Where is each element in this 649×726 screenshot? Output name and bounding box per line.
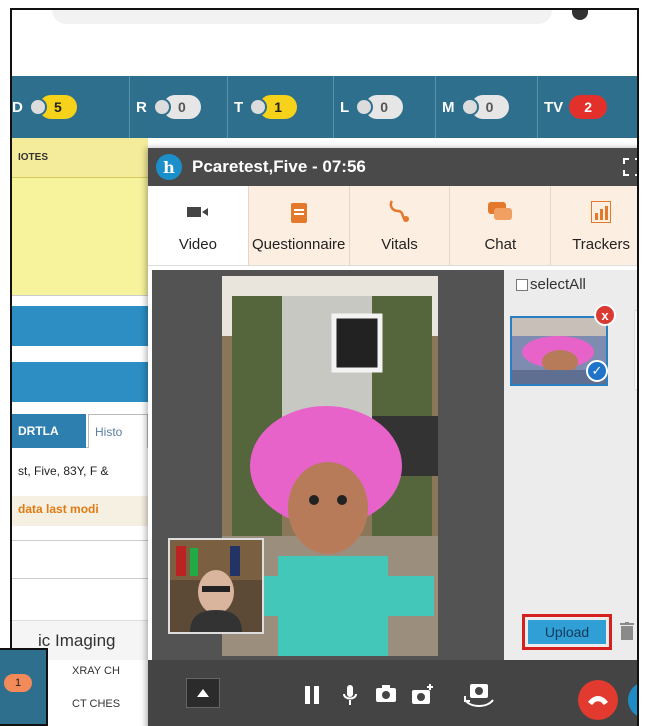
local-video-preview[interactable] xyxy=(168,538,264,634)
tab-history[interactable]: Histo xyxy=(88,414,148,448)
section-bar[interactable] xyxy=(12,362,148,402)
tab-label: Video xyxy=(178,236,217,253)
corner-glyph-icon xyxy=(572,10,588,20)
expand-controls-button[interactable] xyxy=(186,678,220,708)
app-window-frame: D 5 R 0 T 1 L 0 M 0 TV 2 IOTES DRTLA His… xyxy=(10,8,639,726)
camera-icon[interactable] xyxy=(376,684,396,702)
data-modified-notice: data last modi xyxy=(12,496,148,526)
tab-video[interactable]: Video xyxy=(148,186,249,265)
tab-vitals[interactable]: Vitals xyxy=(350,186,451,265)
table-row[interactable]: CT CHES xyxy=(72,698,150,710)
divider xyxy=(12,540,148,541)
counter-circle-icon xyxy=(152,98,171,116)
scroll-down-icon[interactable] xyxy=(638,380,639,385)
stethoscope-icon xyxy=(388,198,410,226)
tab-trackers[interactable]: Trackers xyxy=(551,186,637,265)
counter-letter: T xyxy=(234,98,244,116)
counter-letter: M xyxy=(442,98,455,116)
notes-panel xyxy=(12,178,148,296)
trash-icon[interactable] xyxy=(620,622,634,640)
upload-button[interactable]: Upload xyxy=(528,620,606,644)
counter-r[interactable]: R 0 xyxy=(130,76,228,138)
end-call-button[interactable] xyxy=(578,680,618,720)
tab-label: Chat xyxy=(484,236,517,253)
snapshot-scrollbar[interactable] xyxy=(634,310,639,390)
counter-d[interactable]: D 5 xyxy=(12,76,130,138)
counter-letter: L xyxy=(340,98,350,116)
background-tabs: DRTLA Histo xyxy=(12,412,148,448)
counter-letter: TV xyxy=(544,98,564,116)
video-area xyxy=(152,270,504,660)
add-snapshot-icon[interactable] xyxy=(412,684,434,704)
caret-up-icon xyxy=(197,689,209,697)
corner-inset-panel: 1 xyxy=(0,648,48,726)
counter-letter: D xyxy=(12,98,23,116)
tab-drtla[interactable]: DRTLA xyxy=(12,414,86,448)
counter-badge: 2 xyxy=(569,95,608,119)
pause-icon[interactable] xyxy=(304,684,320,706)
top-strip xyxy=(12,10,637,76)
tab-label: Questionnaire xyxy=(251,236,346,253)
table-row[interactable]: XRAY CH xyxy=(72,665,150,677)
divider xyxy=(12,578,148,579)
switch-camera-icon[interactable] xyxy=(462,678,496,708)
counter-tv[interactable]: TV 2 xyxy=(538,76,635,138)
scroll-up-icon[interactable] xyxy=(638,315,639,320)
tab-chat[interactable]: Chat xyxy=(450,186,552,265)
inset-badge: 1 xyxy=(4,674,32,692)
notes-header: IOTES xyxy=(12,138,148,178)
phone-hangup-icon xyxy=(588,696,608,705)
delete-snapshot-icon[interactable]: x xyxy=(594,304,616,326)
status-counter-bar: D 5 R 0 T 1 L 0 M 0 TV 2 xyxy=(12,76,637,138)
chevron-right-icon[interactable]: › xyxy=(628,682,637,718)
tab-label: Trackers xyxy=(572,236,630,253)
counter-letter: R xyxy=(136,98,147,116)
chart-tracker-icon xyxy=(591,198,612,226)
video-call-popup: h Pcaretest,Five - 07:56 Video Questionn… xyxy=(148,148,639,726)
fullscreen-icon[interactable] xyxy=(623,158,639,176)
tab-label: Vitals xyxy=(381,236,418,253)
chat-bubbles-icon xyxy=(488,198,513,226)
selected-check-icon[interactable]: ✓ xyxy=(586,360,608,382)
call-title: Pcaretest,Five - 07:56 xyxy=(192,157,366,176)
counter-t[interactable]: T 1 xyxy=(228,76,334,138)
patient-summary: st, Five, 83Y, F & xyxy=(18,464,109,478)
tab-questionnaire[interactable]: Questionnaire xyxy=(249,186,350,265)
video-camera-icon xyxy=(186,198,209,226)
tool-tabs: Video Questionnaire Vitals Chat Trackers xyxy=(148,186,637,266)
call-control-bar: › xyxy=(148,660,637,726)
select-all-label: selectAll xyxy=(530,276,586,293)
microphone-icon[interactable] xyxy=(342,684,358,706)
select-all[interactable]: selectAll xyxy=(516,276,586,293)
select-all-checkbox[interactable] xyxy=(516,278,528,291)
clipboard-icon xyxy=(290,198,307,226)
top-search-pill xyxy=(52,10,552,24)
app-logo-icon: h xyxy=(156,154,182,180)
upload-highlight: Upload xyxy=(522,614,612,650)
screenshot-root: D 5 R 0 T 1 L 0 M 0 TV 2 IOTES DRTLA His… xyxy=(0,0,649,726)
counter-circle-icon xyxy=(460,98,479,116)
counter-m[interactable]: M 0 xyxy=(436,76,538,138)
snapshot-panel: selectAll x ✓ Upload xyxy=(504,270,639,660)
popup-header: h Pcaretest,Five - 07:56 xyxy=(148,148,639,186)
section-bar[interactable] xyxy=(12,306,148,346)
counter-l[interactable]: L 0 xyxy=(334,76,436,138)
counter-circle-icon xyxy=(28,98,47,116)
